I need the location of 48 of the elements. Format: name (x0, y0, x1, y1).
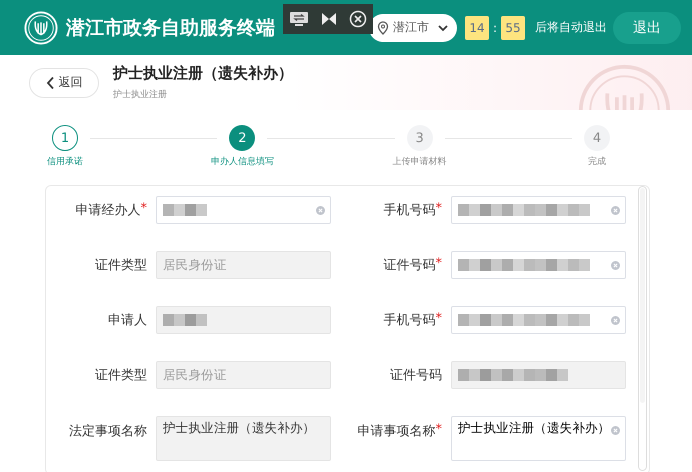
countdown-seconds: 55 (501, 16, 526, 40)
clear-icon[interactable] (611, 261, 620, 270)
bowtie-icon[interactable] (320, 11, 338, 27)
input-field: 居民身份证 (156, 361, 331, 389)
field-label: 法定事项名称 (68, 423, 148, 440)
field-label: 证件号码* (382, 256, 443, 274)
step-label: 完成 (588, 156, 606, 168)
field-label: 证件类型 (94, 367, 148, 384)
step-number: 2 (229, 125, 256, 151)
screen-switch-icon[interactable] (288, 11, 309, 27)
app-title: 潜江市政务自助服务终端 (66, 16, 275, 40)
field-label: 证件类型 (94, 257, 148, 274)
lyre-emblem-icon (24, 10, 58, 44)
map-pin-icon (377, 20, 389, 34)
input-field: 护士执业注册（遗失补办） (156, 416, 331, 461)
field-label: 申请人 (107, 312, 148, 329)
field-label: 手机号码* (382, 201, 443, 219)
close-icon[interactable] (349, 10, 368, 28)
field-label: 证件号码 (389, 367, 443, 384)
clear-icon[interactable] (611, 206, 620, 215)
input-field[interactable] (451, 306, 626, 334)
step-label: 申办人信息填写 (210, 156, 274, 168)
step-number: 4 (584, 125, 610, 151)
clear-icon[interactable] (611, 316, 620, 325)
page-subtitle: 护士执业注册 (113, 88, 168, 101)
page-title: 护士执业注册（遗失补办） (113, 64, 293, 83)
input-field[interactable] (451, 196, 626, 224)
field-label: 申请经办人* (74, 201, 148, 219)
field-label: 申请事项名称* (356, 421, 443, 440)
auto-exit-text: 后将自动退出 (535, 19, 608, 36)
countdown-separator: : (493, 20, 498, 34)
scrollbar[interactable] (638, 186, 647, 471)
step-number: 1 (52, 125, 78, 151)
input-field: 居民身份证 (156, 251, 331, 279)
chevron-left-icon (46, 76, 54, 90)
step-number: 3 (406, 125, 433, 151)
input-field[interactable] (451, 251, 626, 279)
countdown-minutes: 14 (465, 16, 489, 40)
location-selector[interactable]: 潜江市 (369, 14, 457, 42)
clear-icon[interactable] (611, 426, 620, 435)
input-field[interactable]: 护士执业注册（遗失补办） (451, 416, 626, 461)
field-label: 手机号码* (382, 311, 443, 329)
step-label: 上传申请材料 (392, 156, 447, 168)
clear-icon[interactable] (316, 206, 325, 215)
chevron-down-icon (437, 24, 449, 32)
step-label: 信用承诺 (47, 156, 83, 168)
back-button[interactable]: 返回 (29, 68, 99, 98)
input-field[interactable] (156, 196, 331, 224)
